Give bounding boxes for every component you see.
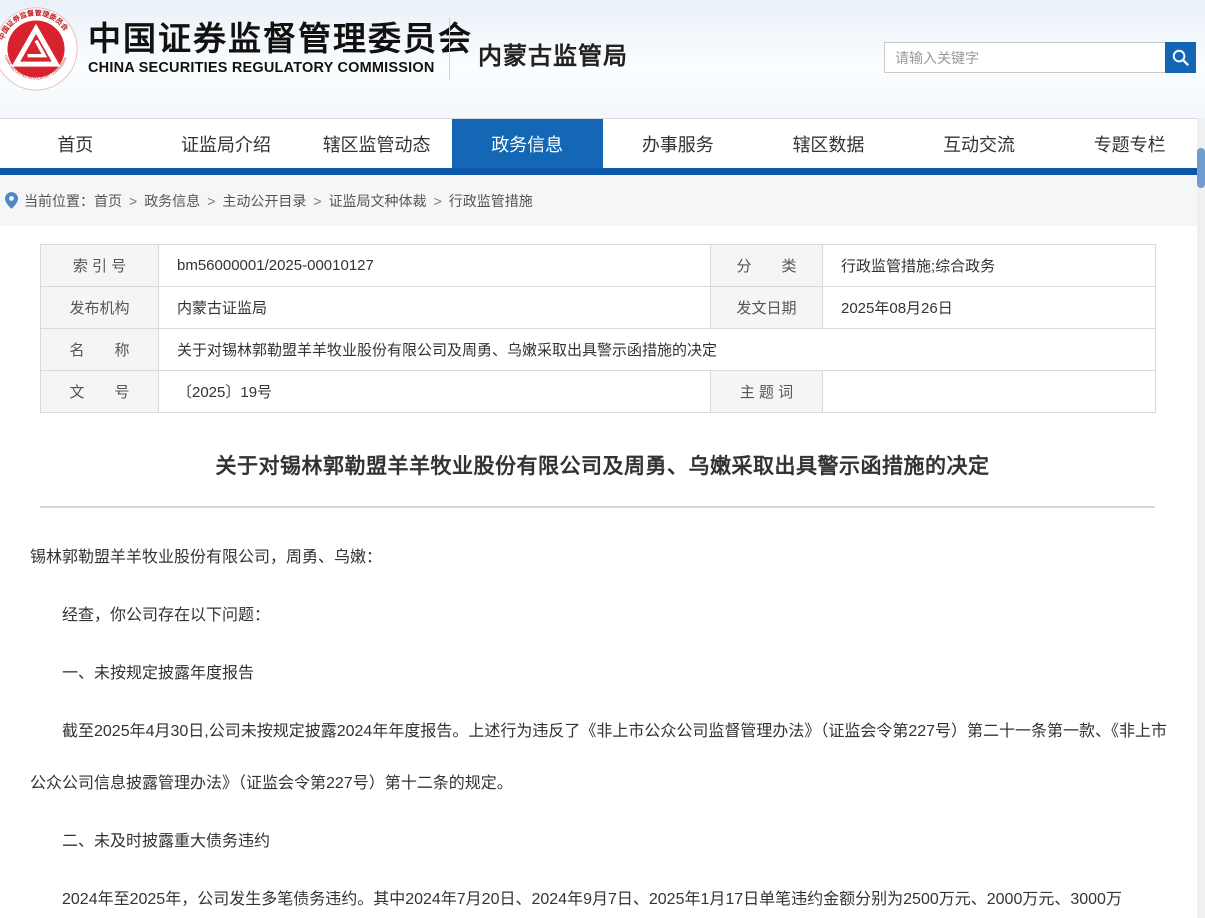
brand-name-en: CHINA SECURITIES REGULATORY COMMISSION <box>88 60 473 76</box>
breadcrumb-item-regulatory-measures[interactable]: 行政监管措施 <box>449 191 533 211</box>
document-name-label: 名 称 <box>41 329 159 371</box>
table-row: 文 号 〔2025〕19号 主 题 词 <box>41 371 1156 413</box>
table-row: 名 称 关于对锡林郭勒盟羊羊牧业股份有限公司及周勇、乌嫩采取出具警示函措施的决定 <box>41 329 1156 371</box>
article-paragraph: 经查，你公司存在以下问题： <box>30 590 1180 642</box>
nav-item-bureau-intro[interactable]: 证监局介绍 <box>151 119 302 168</box>
breadcrumb-item-document-types[interactable]: 证监局文种体裁 <box>329 191 427 211</box>
article-paragraph: 二、未及时披露重大债务违约 <box>30 816 1180 868</box>
nav-item-special-topics[interactable]: 专题专栏 <box>1054 119 1205 168</box>
publisher-label: 发布机构 <box>41 287 159 329</box>
article-body: 锡林郭勒盟羊羊牧业股份有限公司，周勇、乌嫩： 经查，你公司存在以下问题： 一、未… <box>30 532 1180 918</box>
page-title: 关于对锡林郭勒盟羊羊牧业股份有限公司及周勇、乌嫩采取出具警示函措施的决定 <box>0 450 1205 480</box>
search-button[interactable] <box>1165 42 1196 73</box>
document-name-value: 关于对锡林郭勒盟羊羊牧业股份有限公司及周勇、乌嫩采取出具警示函措施的决定 <box>159 329 1156 371</box>
location-pin-icon <box>5 192 18 209</box>
vertical-scrollbar[interactable] <box>1197 118 1205 918</box>
search-box <box>884 42 1196 73</box>
breadcrumb-label: 当前位置： <box>24 191 94 211</box>
index-number-label: 索 引 号 <box>41 245 159 287</box>
main-nav: 首页 证监局介绍 辖区监管动态 政务信息 办事服务 辖区数据 互动交流 专题专栏 <box>0 118 1205 168</box>
breadcrumb-item-home[interactable]: 首页 <box>94 191 122 211</box>
table-row: 发布机构 内蒙古证监局 发文日期 2025年08月26日 <box>41 287 1156 329</box>
document-number-label: 文 号 <box>41 371 159 413</box>
publish-date-value: 2025年08月26日 <box>823 287 1156 329</box>
nav-item-home[interactable]: 首页 <box>0 119 151 168</box>
document-number-value: 〔2025〕19号 <box>159 371 711 413</box>
bureau-name: 内蒙古监管局 <box>478 36 628 71</box>
category-label: 分 类 <box>711 245 823 287</box>
title-divider <box>40 506 1155 508</box>
breadcrumb-separator: > <box>207 193 215 209</box>
csrc-logo-icon: 中国证券监督管理委员会 CHINA SECURITIES REGULATORY … <box>0 7 78 91</box>
breadcrumb-separator: > <box>313 193 321 209</box>
index-number-value: bm56000001/2025-00010127 <box>159 245 711 287</box>
nav-item-regional-updates[interactable]: 辖区监管动态 <box>301 119 452 168</box>
subject-word-label: 主 题 词 <box>711 371 823 413</box>
nav-item-services[interactable]: 办事服务 <box>603 119 754 168</box>
search-icon <box>1171 48 1190 67</box>
brand-block: 中国证券监督管理委员会 CHINA SECURITIES REGULATORY … <box>88 21 473 76</box>
site-header: 中国证券监督管理委员会 CHINA SECURITIES REGULATORY … <box>0 0 1205 118</box>
main-content: 索 引 号 bm56000001/2025-00010127 分 类 行政监管措… <box>0 244 1205 918</box>
breadcrumb-item-government-info[interactable]: 政务信息 <box>144 191 200 211</box>
breadcrumb-separator: > <box>434 193 442 209</box>
document-meta-table: 索 引 号 bm56000001/2025-00010127 分 类 行政监管措… <box>40 244 1156 413</box>
search-input[interactable] <box>884 42 1165 73</box>
nav-item-regional-data[interactable]: 辖区数据 <box>753 119 904 168</box>
breadcrumb-separator: > <box>129 193 137 209</box>
article-paragraph: 截至2025年4月30日,公司未按规定披露2024年年度报告。上述行为违反了《非… <box>30 706 1180 810</box>
breadcrumb-item-open-directory[interactable]: 主动公开目录 <box>222 191 306 211</box>
nav-bottom-bar <box>0 168 1205 175</box>
brand-name-cn: 中国证券监督管理委员会 <box>88 21 473 57</box>
category-value: 行政监管措施;综合政务 <box>823 245 1156 287</box>
table-row: 索 引 号 bm56000001/2025-00010127 分 类 行政监管措… <box>41 245 1156 287</box>
article-paragraph: 锡林郭勒盟羊羊牧业股份有限公司，周勇、乌嫩： <box>30 532 1180 584</box>
publisher-value: 内蒙古证监局 <box>159 287 711 329</box>
scrollbar-thumb[interactable] <box>1197 148 1205 188</box>
publish-date-label: 发文日期 <box>711 287 823 329</box>
subject-word-value <box>823 371 1156 413</box>
breadcrumb: 当前位置： 首页 > 政务信息 > 主动公开目录 > 证监局文种体裁 > 行政监… <box>0 175 1205 226</box>
article-paragraph: 一、未按规定披露年度报告 <box>30 648 1180 700</box>
nav-item-government-info[interactable]: 政务信息 <box>452 119 603 168</box>
header-divider <box>449 18 450 80</box>
article-paragraph: 2024年至2025年，公司发生多笔债务违约。其中2024年7月20日、2024… <box>30 874 1180 918</box>
nav-item-interaction[interactable]: 互动交流 <box>904 119 1055 168</box>
